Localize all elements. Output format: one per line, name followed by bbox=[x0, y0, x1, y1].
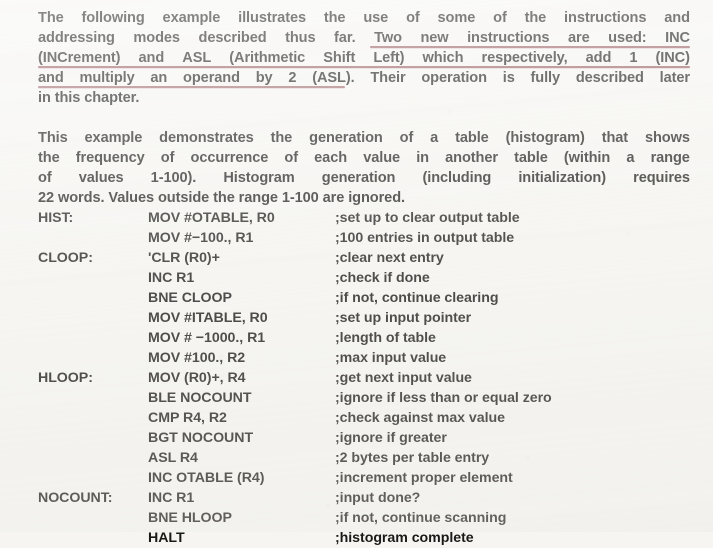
paragraph-example: This example demonstrates the generation of a t… bbox=[38, 128, 690, 208]
listing-instruction: MOV #−100., R1 bbox=[148, 230, 254, 246]
listing-comment: ;set up to clear output table bbox=[335, 210, 520, 226]
listing-row: HALT ;histogram complete bbox=[0, 528, 713, 548]
listing-instruction: MOV #100., R2 bbox=[148, 350, 246, 366]
listing-comment: ;set up input pointer bbox=[335, 310, 472, 326]
listing-comment: ;100 entries in output table bbox=[335, 230, 515, 246]
paragraph-intro-line-1: The following example illustrates the use of so… bbox=[38, 10, 690, 26]
listing-comment: ;clear next entry bbox=[335, 250, 444, 266]
listing-row: MOV #100., R2 ;max input value bbox=[0, 348, 713, 368]
listing-comment: ;if not, continue clearing bbox=[335, 290, 499, 306]
listing-row: BNE CLOOP ;if not, continue clearing bbox=[0, 288, 713, 308]
assembly-listing: HIST: MOV #OTABLE, R0 ;set up to clear o… bbox=[0, 208, 713, 548]
listing-instruction: MOV #ITABLE, R0 bbox=[148, 310, 268, 326]
listing-row: MOV #ITABLE, R0 ;set up input pointer bbox=[0, 308, 713, 328]
listing-instruction: HALT bbox=[148, 530, 185, 546]
listing-row: BNE HLOOP ;if not, continue scanning bbox=[0, 508, 713, 528]
underline-line-2 bbox=[370, 46, 690, 48]
paragraph-example-line-2: the frequency of occurrence of each value in ano… bbox=[38, 150, 690, 166]
listing-row: HLOOP: MOV (R0)+, R4 ;get next input val… bbox=[0, 368, 713, 388]
underline-line-4 bbox=[38, 86, 345, 88]
paragraph-intro-line-3: (INCrement) and ASL (Arithmetic Shift Left) wh… bbox=[38, 50, 690, 66]
listing-comment: ;max input value bbox=[335, 350, 447, 366]
listing-row: INC R1 ;check if done bbox=[0, 268, 713, 288]
listing-instruction: CMP R4, R2 bbox=[148, 410, 227, 426]
listing-instruction: INC R1 bbox=[148, 490, 195, 506]
listing-instruction: MOV #OTABLE, R0 bbox=[148, 210, 275, 226]
listing-label: NOCOUNT: bbox=[38, 490, 113, 506]
listing-row: ASL R4 ;2 bytes per table entry bbox=[0, 448, 713, 468]
listing-instruction: BLE NOCOUNT bbox=[148, 390, 252, 406]
listing-comment: ;if not, continue scanning bbox=[335, 510, 507, 526]
paragraph-example-line-3: of values 1-100). Histogram generation (inclu… bbox=[38, 170, 690, 186]
listing-comment: ;check if done bbox=[335, 270, 430, 286]
paragraph-example-line-1: This example demonstrates the generation of a t… bbox=[38, 130, 690, 146]
listing-comment: ;2 bytes per table entry bbox=[335, 450, 490, 466]
listing-instruction: INC OTABLE (R4) bbox=[148, 470, 265, 486]
listing-comment: ;ignore if less than or equal zero bbox=[335, 390, 552, 406]
paragraph-example-line-4: 22 words. Values outside the range 1-100… bbox=[38, 190, 405, 206]
listing-row: CMP R4, R2 ;check against max value bbox=[0, 408, 713, 428]
listing-row: HIST: MOV #OTABLE, R0 ;set up to clear o… bbox=[0, 208, 713, 228]
listing-label: HLOOP: bbox=[38, 370, 93, 386]
paragraph-intro-line-2: addressing modes described thus far. Two new in… bbox=[38, 30, 690, 46]
listing-row: BLE NOCOUNT ;ignore if less than or equa… bbox=[0, 388, 713, 408]
listing-instruction: BNE HLOOP bbox=[148, 510, 232, 526]
listing-instruction: MOV # −1000., R1 bbox=[148, 330, 266, 346]
listing-comment: ;get next input value bbox=[335, 370, 472, 386]
listing-instruction: 'CLR (R0)+ bbox=[148, 250, 220, 266]
listing-row: NOCOUNT: INC R1 ;input done? bbox=[0, 488, 713, 508]
listing-instruction: ASL R4 bbox=[148, 450, 198, 466]
paragraph-intro-line-5: in this chapter. bbox=[38, 90, 140, 106]
listing-instruction: INC R1 bbox=[148, 270, 195, 286]
page-body: The following example illustrates the use of so… bbox=[0, 0, 713, 546]
listing-comment: ;histogram complete bbox=[335, 530, 474, 546]
listing-comment: ;ignore if greater bbox=[335, 430, 447, 446]
listing-row: BGT NOCOUNT ;ignore if greater bbox=[0, 428, 713, 448]
listing-instruction: BNE CLOOP bbox=[148, 290, 232, 306]
listing-comment: ;length of table bbox=[335, 330, 436, 346]
listing-row: CLOOP: 'CLR (R0)+ ;clear next entry bbox=[0, 248, 713, 268]
listing-instruction: MOV (R0)+, R4 bbox=[148, 370, 246, 386]
listing-instruction: BGT NOCOUNT bbox=[148, 430, 254, 446]
listing-row: INC OTABLE (R4) ;increment proper elemen… bbox=[0, 468, 713, 488]
listing-row: MOV #−100., R1 ;100 entries in output ta… bbox=[0, 228, 713, 248]
paragraph-intro-line-4: and multiply an operand by 2 (ASL). Their operat… bbox=[38, 70, 690, 86]
listing-label: CLOOP: bbox=[38, 250, 93, 266]
listing-row: MOV # −1000., R1 ;length of table bbox=[0, 328, 713, 348]
listing-comment: ;increment proper element bbox=[335, 470, 513, 486]
underline-line-3 bbox=[38, 66, 690, 68]
listing-comment: ;check against max value bbox=[335, 410, 505, 426]
listing-comment: ;input done? bbox=[335, 490, 421, 506]
paragraph-intro: The following example illustrates the use of so… bbox=[38, 8, 690, 108]
listing-label: HIST: bbox=[38, 210, 74, 226]
